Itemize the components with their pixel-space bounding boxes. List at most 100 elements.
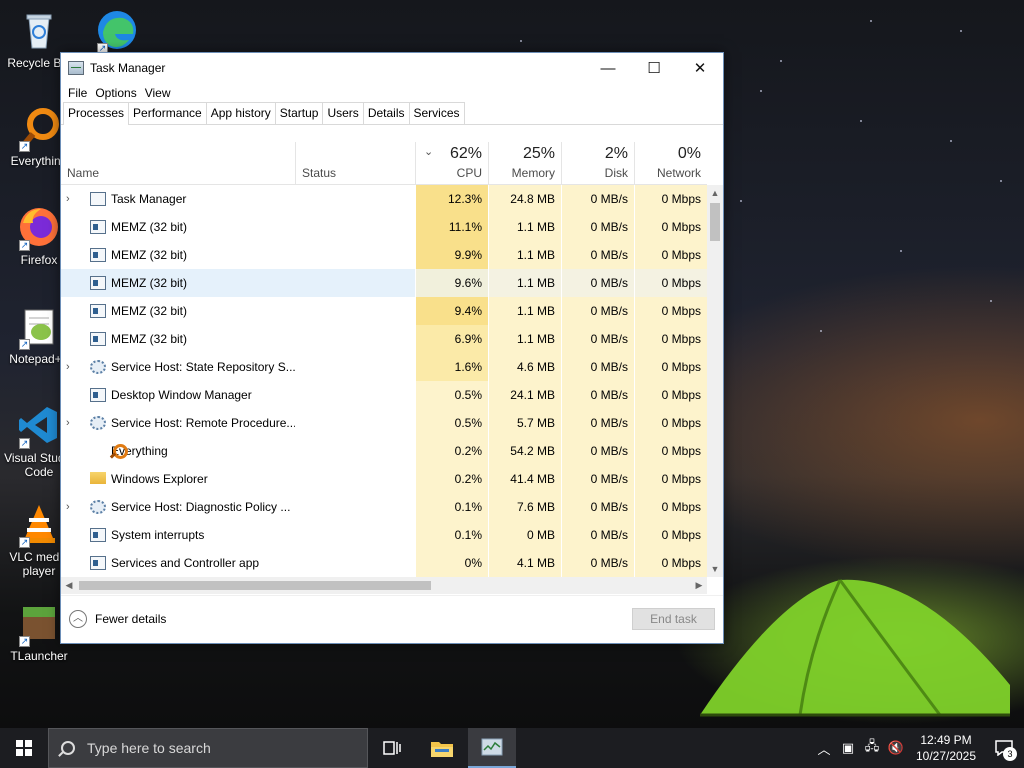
- scroll-down-icon[interactable]: ▼: [707, 561, 723, 577]
- tab-startup[interactable]: Startup: [274, 102, 324, 124]
- tab-processes[interactable]: Processes: [63, 102, 130, 125]
- expand-chevron-icon[interactable]: ›: [66, 361, 78, 373]
- process-status: [295, 381, 415, 409]
- column-header-cpu[interactable]: ⌄ 62% CPU: [415, 142, 488, 184]
- cpu-value: 12.3%: [415, 185, 488, 213]
- memory-value: 41.4 MB: [488, 465, 561, 493]
- tab-app-history[interactable]: App history: [205, 102, 276, 124]
- disk-value: 0 MB/s: [561, 549, 634, 577]
- maximize-button[interactable]: ☐: [631, 53, 677, 83]
- table-row[interactable]: Desktop Window Manager 0.5% 24.1 MB 0 MB/s 0…: [61, 381, 707, 409]
- desktop-icon-edge[interactable]: ↗: [80, 8, 154, 56]
- folder-icon: [90, 472, 106, 484]
- scroll-left-icon[interactable]: ◀: [61, 577, 77, 594]
- table-row[interactable]: Everything 0.2% 54.2 MB 0 MB/s 0 Mbps: [61, 437, 707, 465]
- column-header-status[interactable]: Status: [295, 142, 415, 184]
- column-header-network[interactable]: 0% Network: [634, 142, 707, 184]
- table-row[interactable]: Service Host: State Repository S... › 1.6%…: [61, 353, 707, 381]
- volume-muted-icon[interactable]: 🔇: [884, 740, 908, 756]
- windows-logo-icon: [16, 740, 32, 756]
- cpu-value: 0.5%: [415, 409, 488, 437]
- show-hidden-icons-chevron-icon[interactable]: ︿: [812, 739, 836, 758]
- process-status: [295, 297, 415, 325]
- disk-value: 0 MB/s: [561, 325, 634, 353]
- recycle-bin-icon: [17, 8, 61, 52]
- memory-label: Memory: [511, 166, 555, 180]
- memory-value: 1.1 MB: [488, 269, 561, 297]
- horizontal-scroll-thumb[interactable]: [79, 581, 431, 590]
- process-status: [295, 241, 415, 269]
- gear-icon: [90, 360, 106, 374]
- end-task-button[interactable]: End task: [632, 608, 715, 630]
- menu-file[interactable]: File: [64, 86, 91, 100]
- task-view-button[interactable]: [368, 728, 416, 768]
- expand-chevron-icon[interactable]: ›: [66, 417, 78, 429]
- cpu-value: 11.1%: [415, 213, 488, 241]
- start-button[interactable]: [0, 728, 48, 768]
- title-bar[interactable]: Task Manager — ☐ ✕: [61, 53, 723, 83]
- memz-icon: [90, 220, 106, 234]
- taskbar-file-explorer[interactable]: [418, 728, 466, 768]
- table-body: Task Manager › 12.3% 24.8 MB 0 MB/s 0 Mbps MEM…: [61, 185, 707, 577]
- memz-icon: [90, 388, 106, 402]
- action-center-button[interactable]: 3: [984, 728, 1024, 768]
- taskbar-task-manager[interactable]: [468, 728, 516, 768]
- network-value: 0 Mbps: [634, 185, 707, 213]
- tab-users[interactable]: Users: [322, 102, 364, 124]
- menu-view[interactable]: View: [141, 86, 175, 100]
- column-header-disk[interactable]: 2% Disk: [561, 142, 634, 184]
- task-manager-taskbar-icon: [481, 738, 503, 756]
- tab-details[interactable]: Details: [362, 102, 410, 124]
- disk-value: 0 MB/s: [561, 213, 634, 241]
- network-value: 0 Mbps: [634, 241, 707, 269]
- minimize-button[interactable]: —: [585, 53, 631, 83]
- notification-count-badge: 3: [1003, 747, 1017, 761]
- tab-services[interactable]: Services: [408, 102, 465, 124]
- desktop-icon-label: TLauncher: [10, 649, 68, 663]
- close-button[interactable]: ✕: [677, 53, 723, 83]
- vscode-icon: ↗: [17, 403, 61, 449]
- disk-value: 0 MB/s: [561, 241, 634, 269]
- table-row[interactable]: MEMZ (32 bit) 9.9% 1.1 MB 0 MB/s 0 Mbps: [61, 241, 707, 269]
- expand-chevron-icon[interactable]: ›: [66, 193, 78, 205]
- expand-chevron-icon[interactable]: ›: [66, 501, 78, 513]
- column-header-name[interactable]: Name: [61, 142, 295, 184]
- tab-performance[interactable]: Performance: [128, 102, 207, 124]
- table-row[interactable]: Service Host: Remote Procedure... › 0.5% 5.…: [61, 409, 707, 437]
- table-row[interactable]: Windows Explorer 0.2% 41.4 MB 0 MB/s 0 Mbps: [61, 465, 707, 493]
- table-row[interactable]: Task Manager › 12.3% 24.8 MB 0 MB/s 0 Mbps: [61, 185, 707, 213]
- shortcut-arrow-icon: ↗: [19, 339, 30, 350]
- disk-value: 0 MB/s: [561, 409, 634, 437]
- table-row[interactable]: MEMZ (32 bit) 9.4% 1.1 MB 0 MB/s 0 Mbps: [61, 297, 707, 325]
- vertical-scroll-thumb[interactable]: [710, 203, 720, 241]
- network-icon[interactable]: 🖧: [860, 737, 884, 759]
- fewer-details-button[interactable]: ︿ Fewer details: [69, 610, 166, 628]
- network-value: 0 Mbps: [634, 437, 707, 465]
- cpu-value: 9.6%: [415, 269, 488, 297]
- table-header: Name Status ⌄ 62% CPU 25% Memory 2% Disk…: [61, 128, 707, 185]
- network-value: 0 Mbps: [634, 549, 707, 577]
- process-status: [295, 269, 415, 297]
- network-value: 0 Mbps: [634, 269, 707, 297]
- scroll-right-icon[interactable]: ▶: [691, 577, 707, 594]
- tray-app-icon[interactable]: ▣: [836, 740, 860, 756]
- table-row[interactable]: Service Host: Diagnostic Policy ... › 0.1%…: [61, 493, 707, 521]
- scroll-up-icon[interactable]: ▲: [707, 185, 723, 201]
- column-header-memory[interactable]: 25% Memory: [488, 142, 561, 184]
- table-row[interactable]: System interrupts 0.1% 0 MB 0 MB/s 0 Mbps: [61, 521, 707, 549]
- edge-icon: ↗: [95, 8, 139, 54]
- menu-options[interactable]: Options: [91, 86, 140, 100]
- clock-date: 10/27/2025: [915, 749, 977, 763]
- memory-value: 1.1 MB: [488, 297, 561, 325]
- table-row[interactable]: Services and Controller app 0% 4.1 MB 0 MB/…: [61, 549, 707, 577]
- table-row[interactable]: MEMZ (32 bit) 11.1% 1.1 MB 0 MB/s 0 Mbps: [61, 213, 707, 241]
- table-row[interactable]: MEMZ (32 bit) 6.9% 1.1 MB 0 MB/s 0 Mbps: [61, 325, 707, 353]
- task-manager-icon: [68, 61, 84, 75]
- clock[interactable]: 12:49 PM 10/27/2025: [908, 732, 984, 764]
- table-row[interactable]: MEMZ (32 bit) 9.6% 1.1 MB 0 MB/s 0 Mbps: [61, 269, 707, 297]
- disk-value: 0 MB/s: [561, 269, 634, 297]
- horizontal-scrollbar[interactable]: ◀ ▶: [61, 577, 707, 594]
- process-status: [295, 185, 415, 213]
- taskbar-search-box[interactable]: Type here to search: [48, 728, 368, 768]
- vertical-scrollbar[interactable]: ▲ ▼: [707, 185, 723, 577]
